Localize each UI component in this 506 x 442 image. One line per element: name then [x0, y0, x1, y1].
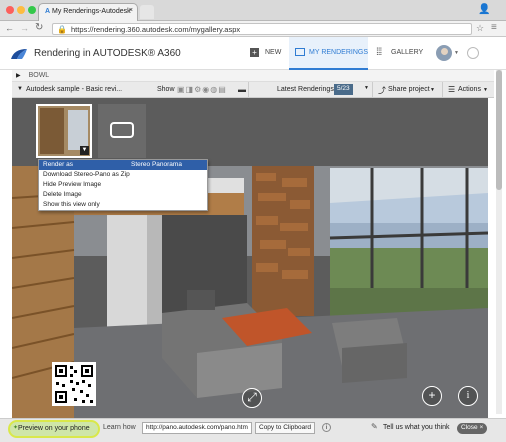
menu-item-download-stereo-pano[interactable]: Download Stereo-Pano as Zip — [39, 170, 207, 180]
sample-title[interactable]: Autodesk sample - Basic revi... — [26, 86, 122, 93]
avatar-chevron-down-icon[interactable]: ▼ — [454, 50, 459, 56]
latest-count-badge: 5/23 — [334, 84, 353, 95]
actions-button[interactable]: Actions — [458, 86, 481, 93]
profile-icon[interactable]: 👤 — [478, 4, 490, 15]
browser-address-bar: ← → ↻ 🔒 https://rendering.360.autodesk.c… — [0, 21, 506, 37]
maximize-window-dot[interactable] — [28, 6, 36, 14]
learn-how-link[interactable]: Learn how — [103, 424, 136, 431]
pano-url-field[interactable]: http://pano.autodesk.com/pano.htm — [142, 422, 252, 434]
info-icon[interactable]: i — [458, 386, 478, 406]
browser-tab-bar: A My Renderings-Autodesk × 👤 — [0, 0, 506, 21]
actions-list-icon: ☰ — [448, 85, 456, 94]
tab-my-renderings[interactable]: MY RENDERINGS — [289, 37, 368, 70]
vr-thumbnail-tile[interactable] — [98, 104, 146, 158]
help-circle-icon[interactable] — [467, 47, 479, 59]
project-name: BOWL — [28, 72, 50, 79]
tab-close-icon[interactable]: × — [129, 7, 133, 14]
share-chevron-icon[interactable]: ▼ — [430, 87, 435, 93]
latest-renderings-label[interactable]: Latest Renderings — [277, 86, 334, 93]
toolbar-divider — [442, 82, 443, 98]
forward-arrow-icon[interactable]: → — [20, 23, 29, 33]
new-plus-icon[interactable]: + — [250, 48, 259, 57]
bookmark-star-icon[interactable]: ☆ — [476, 23, 484, 34]
render-as-menu-item[interactable]: Render as Stereo Panorama — [39, 160, 207, 170]
add-plus-icon[interactable]: + — [422, 386, 442, 406]
info-circle-icon[interactable]: i — [322, 423, 331, 432]
url-text: https://rendering.360.autodesk.com/mygal… — [71, 25, 241, 34]
show-label: Show — [157, 86, 175, 93]
page-scrollbar-thumb[interactable] — [496, 70, 502, 190]
my-renderings-label: MY RENDERINGS — [309, 49, 368, 56]
copy-to-clipboard-button[interactable]: Copy to Clipboard — [255, 422, 315, 434]
project-bar: ▶ BOWL — [12, 70, 494, 82]
preview-on-phone-button[interactable]: ✦ Preview on your phone — [8, 420, 100, 438]
actions-chevron-icon[interactable]: ▼ — [483, 87, 488, 93]
menu-item-show-this-view-only[interactable]: Show this view only — [39, 200, 207, 210]
vr-headset-icon — [110, 122, 134, 138]
panorama-viewer[interactable]: ▼ ⤢ + i — [12, 98, 488, 418]
image-icon — [295, 48, 305, 56]
tab-gallery[interactable]: GALLERY — [391, 49, 423, 56]
thumbnail-context-menu: Render as Stereo Panorama Download Stere… — [38, 159, 208, 211]
rendering-thumbnail[interactable]: ▼ — [36, 104, 92, 158]
stereo-panorama-label: Stereo Panorama — [131, 161, 182, 168]
toolbar-divider — [372, 82, 373, 98]
menu-item-hide-preview[interactable]: Hide Preview Image — [39, 180, 207, 190]
share-project-button[interactable]: Share project — [388, 86, 430, 93]
close-window-dot[interactable] — [6, 6, 14, 14]
caret-down-icon[interactable]: ▼ — [17, 86, 23, 92]
browser-tab[interactable]: A My Renderings-Autodesk × — [38, 3, 138, 21]
close-label: Close — [461, 424, 478, 431]
view-filter-icons[interactable]: ▣◨⚙◉◍▤ — [177, 85, 227, 94]
lock-icon: 🔒 — [57, 25, 67, 34]
latest-chevron-icon[interactable]: ▼ — [364, 85, 369, 91]
feedback-link[interactable]: Tell us what you think — [383, 424, 450, 431]
tab-title: My Renderings-Autodesk — [52, 8, 131, 15]
share-icon: ⤴ — [378, 86, 386, 95]
feedback-edit-icon: ✎ — [371, 422, 378, 431]
toolbar-divider — [248, 82, 249, 98]
phone-icon: ✦ — [13, 425, 19, 431]
caret-right-icon[interactable]: ▶ — [16, 73, 21, 79]
fullscreen-icon[interactable]: ⤢ — [242, 388, 262, 408]
thumbnail-menu-chevron-icon[interactable]: ▼ — [80, 146, 89, 155]
qr-code-icon — [52, 362, 96, 406]
autodesk-favicon-icon: A — [45, 8, 51, 15]
app-title: Rendering in AUTODESK® A360 — [34, 48, 181, 59]
reload-icon[interactable]: ↻ — [35, 22, 43, 33]
gallery-grid-icon: ⁞⁞⁞ — [376, 47, 382, 58]
menu-item-delete-image[interactable]: Delete Image — [39, 190, 207, 200]
autodesk-logo-icon — [11, 49, 27, 59]
browser-menu-icon[interactable]: ≡ — [491, 22, 497, 33]
minimize-window-dot[interactable] — [17, 6, 25, 14]
new-button[interactable]: NEW — [265, 49, 281, 56]
new-tab-button[interactable] — [140, 5, 154, 19]
back-arrow-icon[interactable]: ← — [5, 23, 14, 33]
render-as-label: Render as — [43, 161, 73, 168]
close-x-icon: × — [479, 424, 484, 431]
url-field[interactable]: 🔒 https://rendering.360.autodesk.com/myg… — [52, 23, 472, 35]
user-avatar[interactable] — [436, 45, 452, 61]
close-preview-button[interactable]: Close × — [457, 423, 487, 434]
rendering-toolbar: ▼ Autodesk sample - Basic revi... Show ▣… — [12, 82, 494, 98]
vr-filter-icon[interactable]: ▬ — [238, 85, 246, 94]
preview-label: Preview on your phone — [18, 425, 90, 432]
